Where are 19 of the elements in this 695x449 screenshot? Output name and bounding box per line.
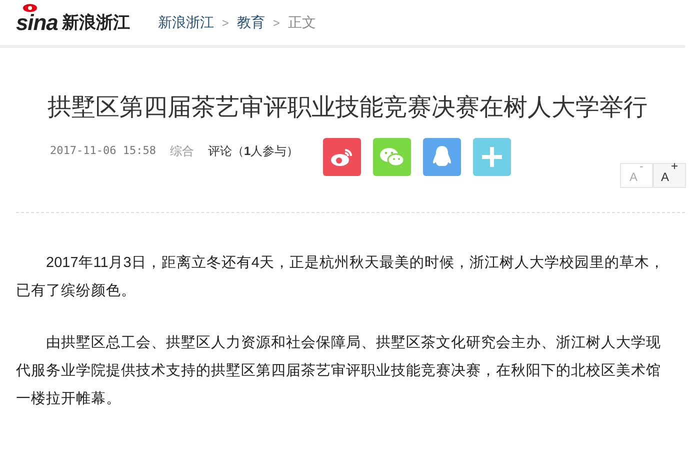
share-button[interactable] [372, 138, 411, 176]
penguin-icon [432, 145, 452, 169]
article-paragraph: 由拱墅区总工会、拱墅区人力资源和社会保障局、拱墅区茶文化研究会主办、浙江树人大学现代服务业学院提供技术支持的拱墅区第四届茶艺审评职业技能竞赛决赛，在秋阳下的北校区美术馆一楼拉开帷幕。 [16, 334, 662, 409]
article-title: 拱墅区第四届茶艺审评职业技能竞赛决赛在树人大学举行 [46, 93, 648, 123]
channel-label: 综合 [170, 143, 194, 160]
share-button[interactable] [322, 138, 361, 176]
weibo-icon [330, 147, 354, 167]
plus-icon [480, 146, 503, 168]
share-button[interactable] [422, 138, 461, 176]
breadcrumb-link[interactable]: 新浪浙江 [158, 12, 214, 33]
chat-bubbles-icon [378, 146, 405, 168]
article-paragraph: 2017年11月3日，距离立冬还有4天，正是杭州秋天最美的时候，浙江树人大学校园里的草木，已有了缤纷颜色。 [16, 254, 666, 301]
share-button[interactable] [472, 138, 511, 176]
breadcrumb-separator: > [222, 14, 229, 32]
site-logo[interactable]: sina 新浪浙江 [16, 6, 130, 39]
breadcrumb-link[interactable]: 教育 [236, 12, 265, 33]
publish-date: 2017-11-06 15:58 [50, 142, 156, 159]
breadcrumb-separator: > [272, 14, 280, 32]
comments-link[interactable]: 评论（1人参与） [208, 142, 299, 160]
